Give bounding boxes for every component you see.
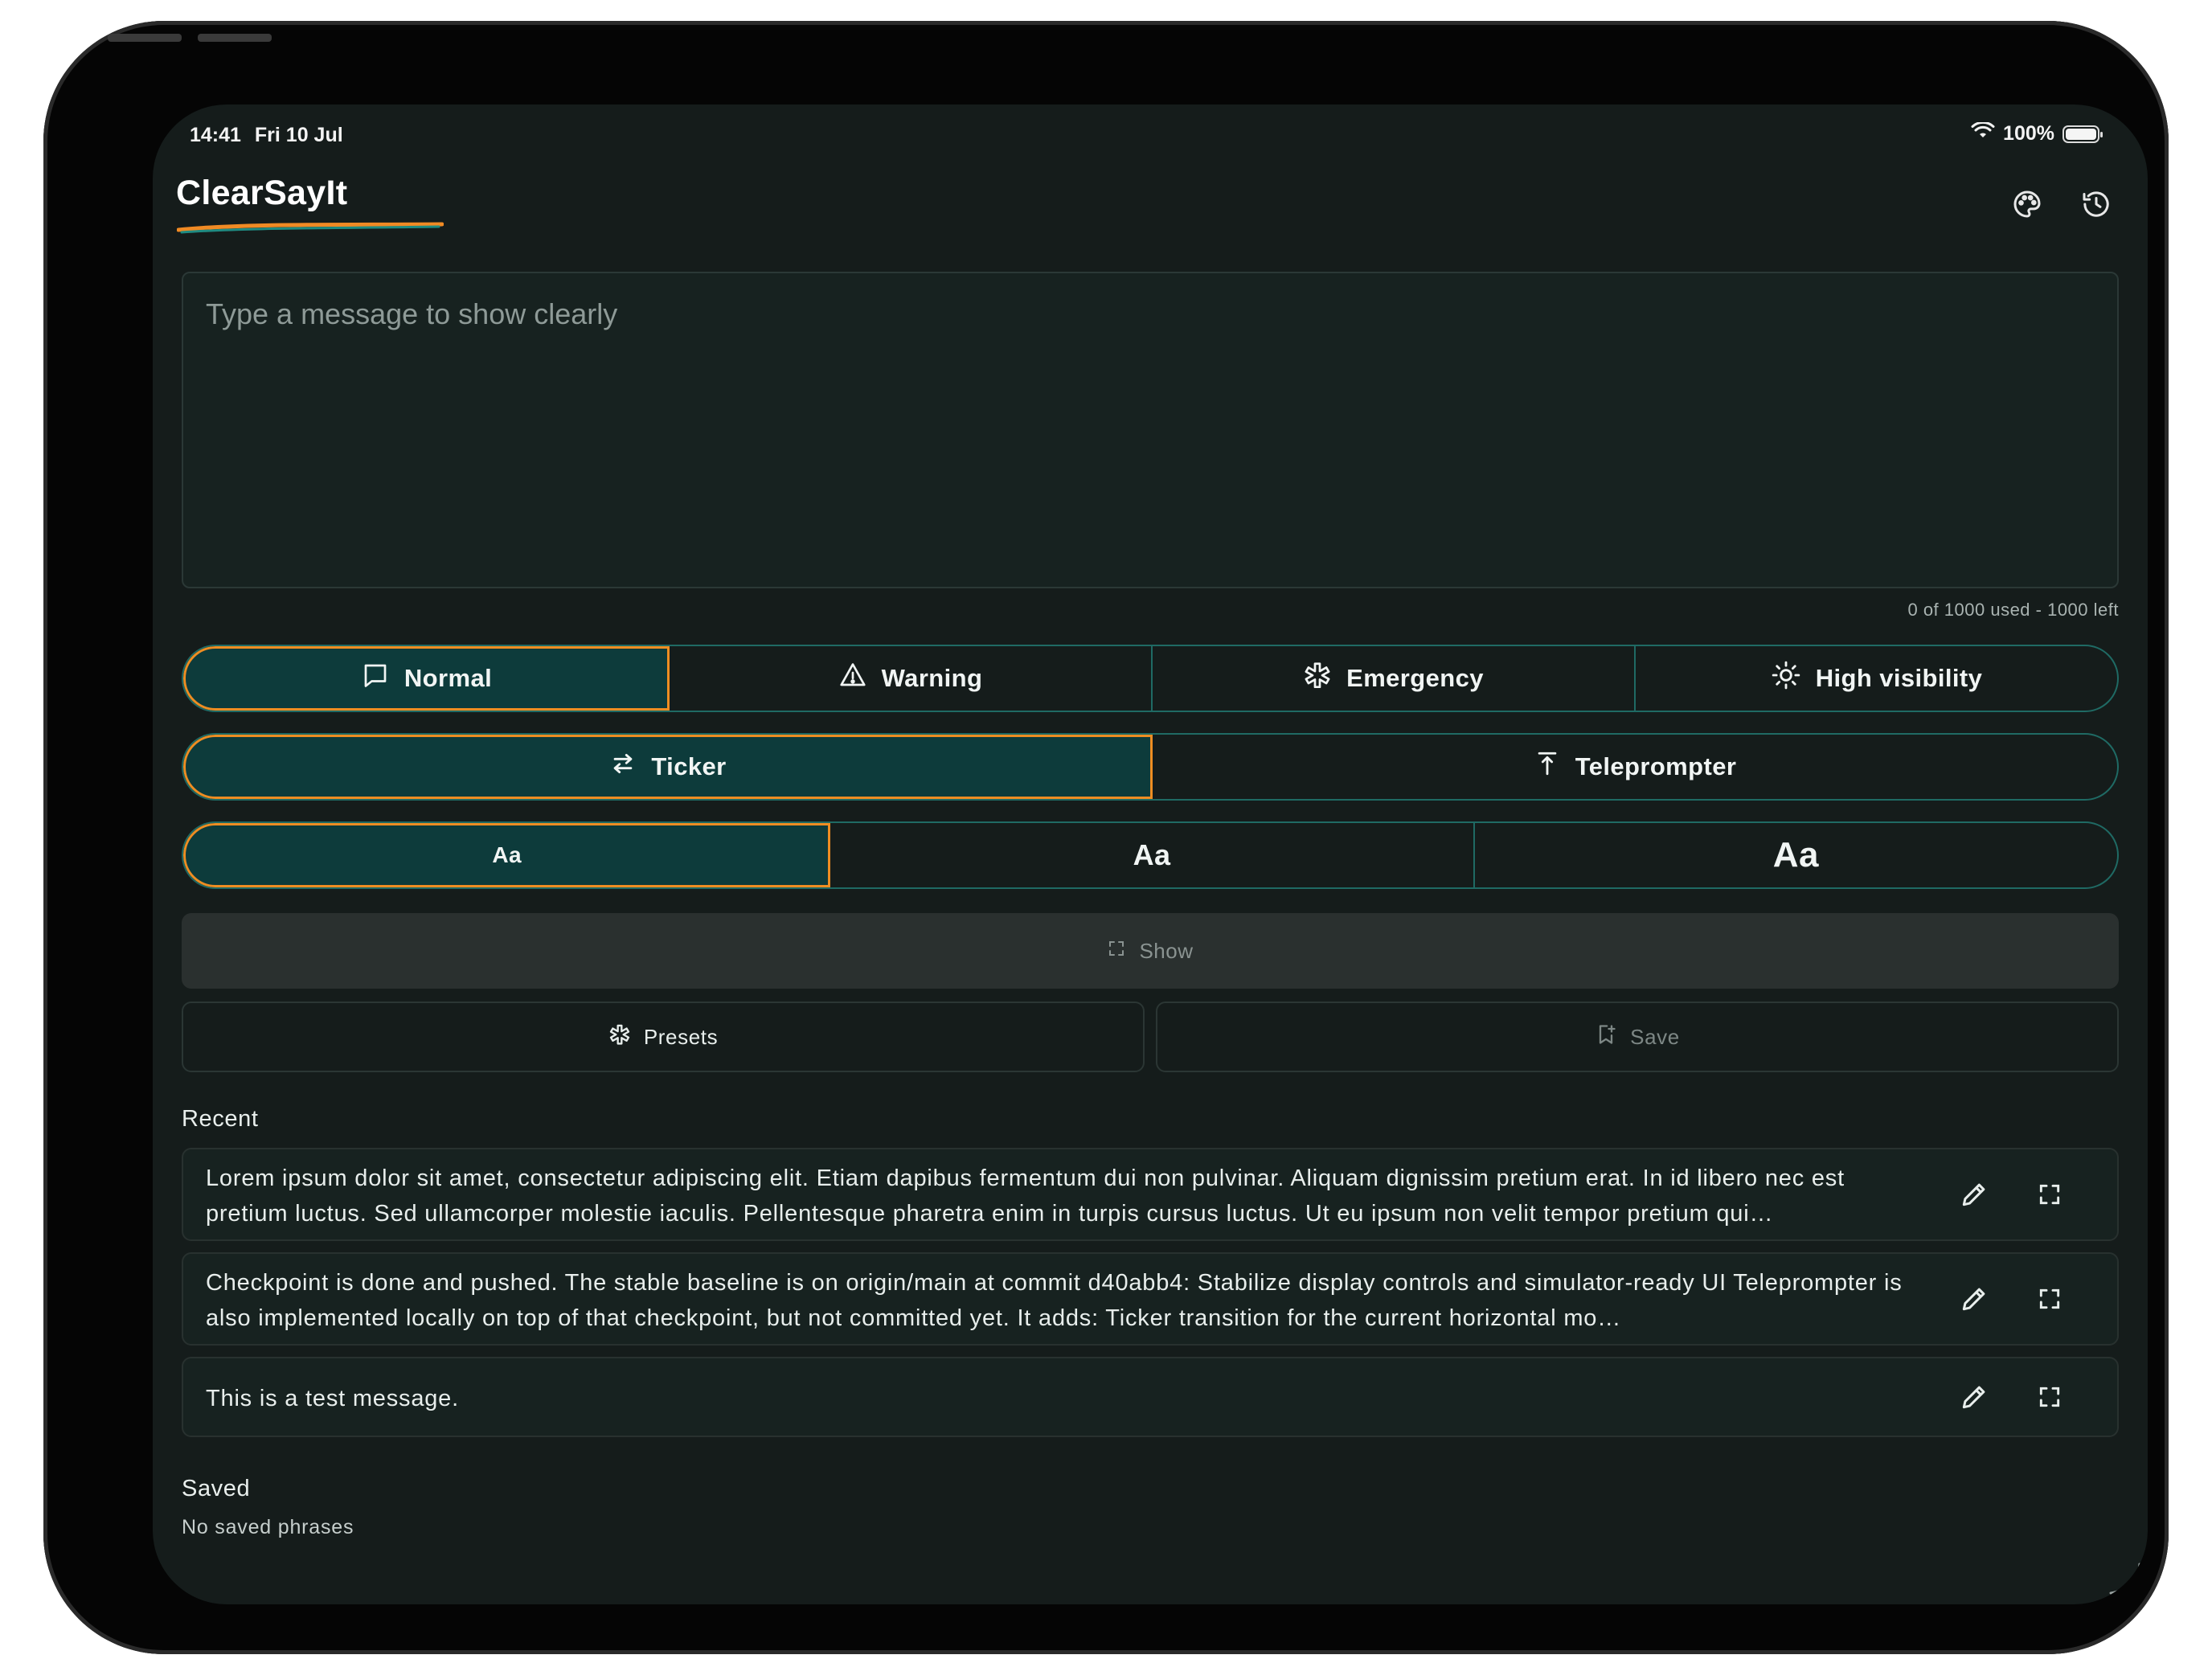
show-label: Show [1139,938,1194,963]
brand-underline [177,222,444,234]
save-button[interactable]: Save [1156,1002,2119,1072]
status-time-date: 14:41 Fri 10 Jul [190,124,343,147]
text-size-small[interactable]: Aa [183,823,831,887]
status-right: 100% [1971,121,2103,145]
style-mode-normal[interactable]: Normal [183,646,670,711]
save-label: Save [1630,1024,1680,1049]
app-screen: 14:41 Fri 10 Jul 100% ClearSayIt Type a … [153,104,2148,1604]
message-box [182,272,2119,588]
status-time: 14:41 [190,124,241,146]
arrows-left-right-icon [609,750,637,784]
text-size-selector: Aa Aa Aa [182,821,2119,889]
palette-button[interactable] [2006,185,2048,227]
message-input[interactable] [183,273,2117,587]
style-mode-label: Normal [403,664,493,692]
text-size-medium[interactable]: Aa [830,823,1475,887]
display-mode-selector: Ticker Teleprompter [182,733,2119,801]
battery-percent: 100% [2003,122,2054,145]
edit-button[interactable] [1955,1281,1993,1320]
character-counter: 0 of 1000 used - 1000 left [1907,600,2119,620]
text-size-large[interactable]: Aa [1475,823,2117,887]
tablet-frame: 14:41 Fri 10 Jul 100% ClearSayIt Type a … [43,21,2169,1654]
recent-item-text: This is a test message. [206,1386,459,1411]
volume-down-button [198,34,272,42]
saved-empty-message: No saved phrases [182,1516,354,1538]
text-size-label: Aa [1133,838,1171,871]
bookmark-plus-icon [1595,1023,1617,1051]
style-mode-high-visibility[interactable]: High visibility [1636,646,2117,711]
edit-button[interactable] [1955,1177,1993,1215]
recent-heading: Recent [182,1106,259,1132]
palette-icon [2011,188,2043,224]
recent-item[interactable]: Lorem ipsum dolor sit amet, consectetur … [182,1148,2119,1241]
asterisk-icon [1303,661,1332,696]
fullscreen-icon [2037,1384,2062,1414]
expand-button[interactable] [2030,1281,2069,1320]
history-icon [2080,188,2112,224]
display-mode-label: Ticker [651,752,727,780]
message-square-icon [361,661,390,696]
recent-item-text: Lorem ipsum dolor sit amet, consectetur … [206,1165,1845,1227]
status-bar: 14:41 Fri 10 Jul 100% [190,116,2103,156]
fullscreen-icon [2037,1286,2062,1316]
history-button[interactable] [2075,185,2117,227]
recent-item[interactable]: This is a test message. [182,1357,2119,1437]
battery-icon [2062,125,2103,143]
style-mode-warning[interactable]: Warning [670,646,1153,711]
presets-button[interactable]: Presets [182,1002,1145,1072]
wifi-icon [1971,121,1995,145]
style-mode-selector: Normal Warning Emergency High visibility [182,645,2119,712]
pencil-icon [1959,1179,1989,1214]
warning-triangle-icon [838,661,867,696]
resize-corner-icon [2109,1563,2141,1595]
expand-button[interactable] [2030,1177,2069,1215]
arrow-up-bar-icon [1534,750,1561,784]
text-size-label: Aa [492,842,522,867]
asterisk-icon [608,1023,631,1051]
app-title: ClearSayIt [176,174,348,212]
saved-heading: Saved [182,1476,251,1501]
volume-up-button [108,34,182,42]
display-mode-teleprompter[interactable]: Teleprompter [1153,735,2117,799]
style-mode-label: Emergency [1346,664,1484,692]
recent-item-text: Checkpoint is done and pushed. The stabl… [206,1270,1903,1331]
status-date: Fri 10 Jul [254,124,343,146]
style-mode-emergency[interactable]: Emergency [1153,646,1636,711]
display-mode-ticker[interactable]: Ticker [183,735,1153,799]
style-mode-label: Warning [881,664,983,692]
sun-icon [1771,660,1801,697]
recent-item[interactable]: Checkpoint is done and pushed. The stabl… [182,1252,2119,1346]
pencil-icon [1959,1382,1989,1416]
style-mode-label: High visibility [1815,664,1983,692]
text-size-label: Aa [1772,835,1819,875]
pencil-icon [1959,1284,1989,1318]
battery-fill [2066,128,2096,140]
presets-label: Presets [643,1024,719,1049]
display-mode-label: Teleprompter [1575,752,1737,780]
fullscreen-icon [2037,1182,2062,1211]
show-button[interactable]: Show [182,913,2119,989]
expand-button[interactable] [2030,1379,2069,1418]
fullscreen-icon [1107,939,1126,964]
edit-button[interactable] [1955,1379,1993,1418]
